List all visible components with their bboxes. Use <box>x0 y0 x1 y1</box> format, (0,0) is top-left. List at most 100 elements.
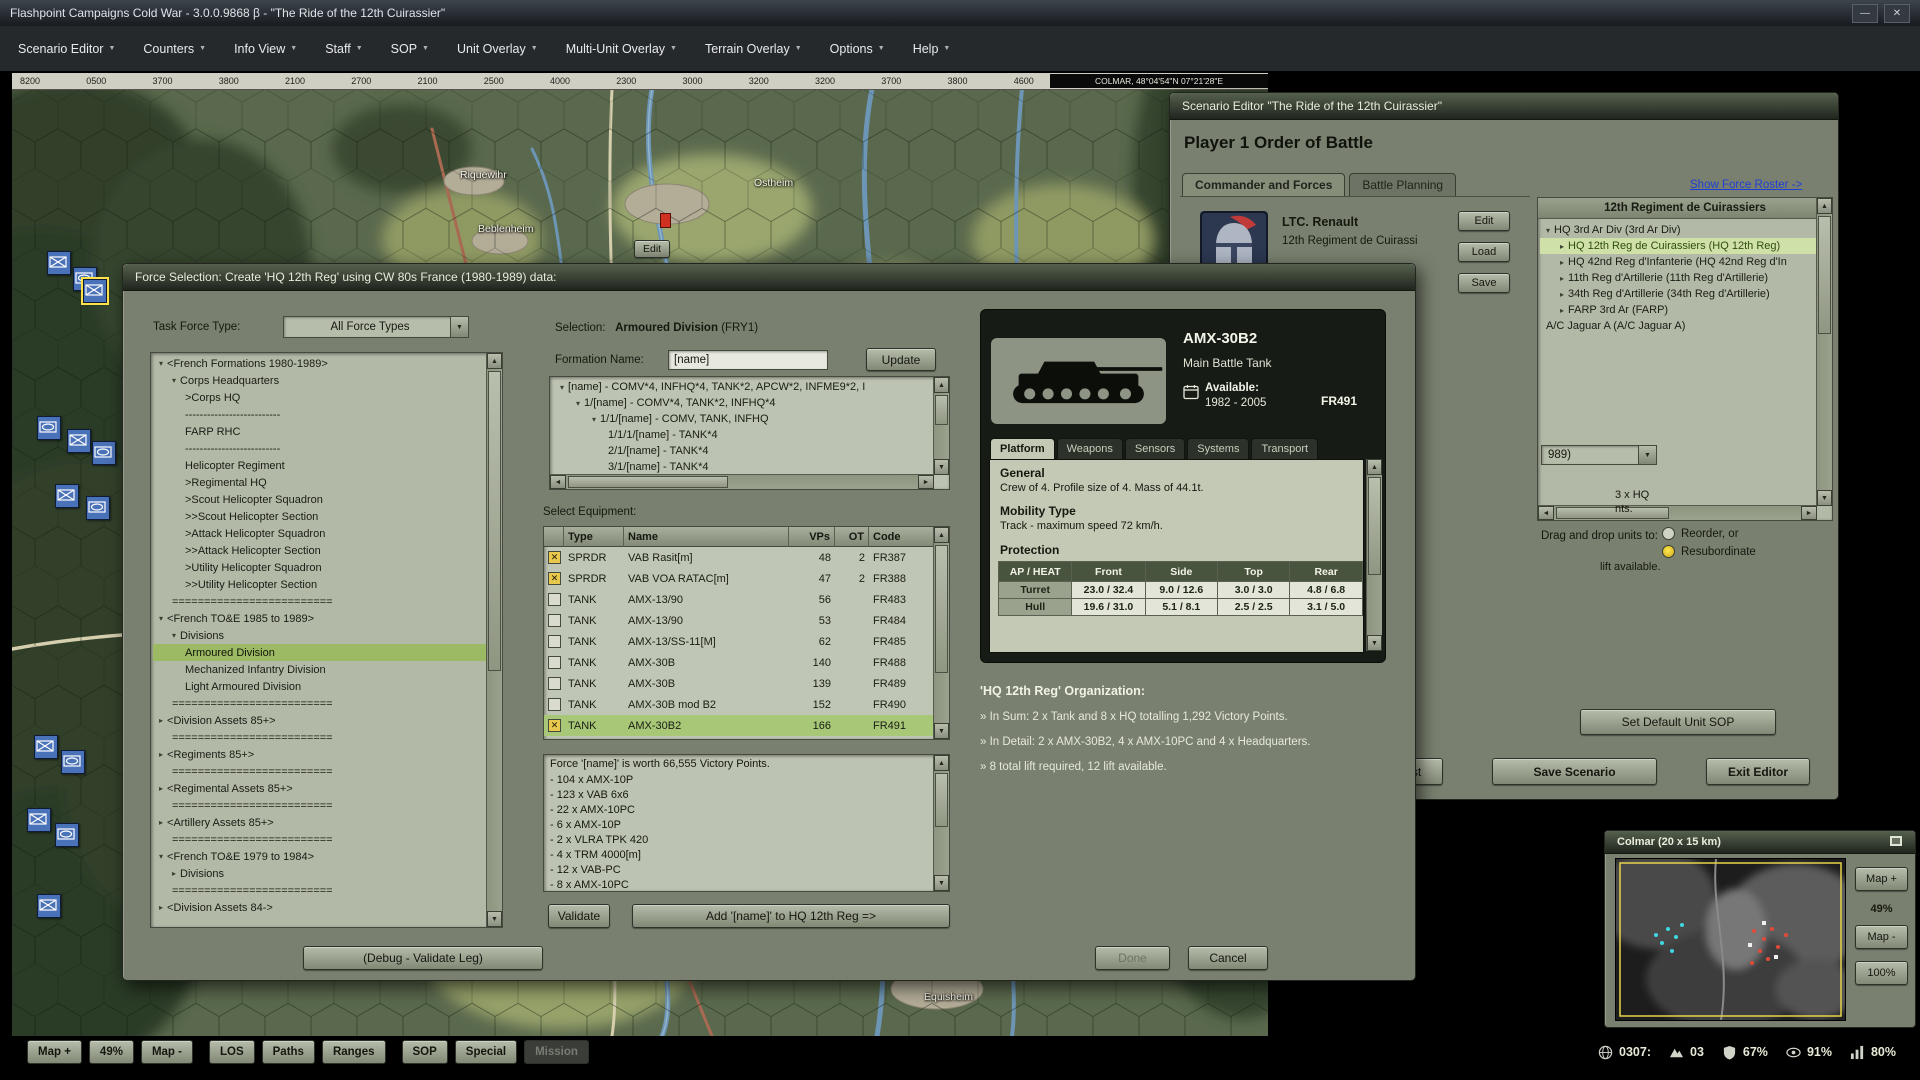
equipment-row[interactable]: TANKAMX-13/SS-11[M]62FR485 <box>544 631 949 652</box>
unit-counter-mech[interactable] <box>67 429 91 453</box>
formation-tree-item[interactable]: 2/1/[name] - TANK*4 <box>552 443 933 459</box>
minimap-view[interactable] <box>1615 858 1846 1021</box>
scroll-left-icon[interactable]: ◄ <box>550 475 566 489</box>
unit-counter-mech[interactable] <box>34 735 58 759</box>
save-scenario-button[interactable]: Save Scenario <box>1492 758 1657 785</box>
task-force-type-dropdown[interactable]: All Force Types ▼ <box>283 316 469 338</box>
catalog-item[interactable]: >Attack Helicopter Squadron <box>153 525 486 542</box>
unit-card-tab-sensors[interactable]: Sensors <box>1125 438 1185 459</box>
unit-counter-armor[interactable] <box>61 750 85 774</box>
scroll-left-icon[interactable]: ◄ <box>1538 506 1554 520</box>
menu-unit-overlay[interactable]: Unit Overlay▼ <box>457 42 538 56</box>
equipment-col-type[interactable]: Type <box>564 527 624 547</box>
debug-validate-leg-button[interactable]: (Debug - Validate Leg) <box>303 946 543 970</box>
unit-card-tab-systems[interactable]: Systems <box>1187 438 1249 459</box>
scenario-editor-titlebar[interactable]: Scenario Editor "The Ride of the 12th Cu… <box>1170 93 1838 120</box>
force-dialog-titlebar[interactable]: Force Selection: Create 'HQ 12th Reg' us… <box>123 264 1415 291</box>
done-button[interactable]: Done <box>1095 946 1170 970</box>
scroll-up-icon[interactable]: ▲ <box>1367 459 1382 475</box>
radio-option[interactable]: Reorder, or <box>1662 527 1756 540</box>
checkbox-checked-icon[interactable]: ✕ <box>548 719 561 732</box>
minimap-100-button[interactable]: 100% <box>1855 961 1908 985</box>
formation-tree-item[interactable]: 3/1/[name] - TANK*4 <box>552 459 933 475</box>
equipment-row[interactable]: TANKAMX-30B139FR489 <box>544 673 949 694</box>
scroll-thumb[interactable] <box>1818 216 1831 334</box>
scroll-thumb[interactable] <box>1368 477 1381 575</box>
oob-tree-item[interactable]: A/C Jaguar A (A/C Jaguar A) <box>1540 318 1816 334</box>
scroll-thumb[interactable] <box>1556 507 1669 519</box>
checkbox-icon[interactable] <box>548 614 561 627</box>
menu-options[interactable]: Options▼ <box>830 42 885 56</box>
checkbox-icon[interactable] <box>548 698 561 711</box>
unit-card-tab-weapons[interactable]: Weapons <box>1057 438 1123 459</box>
formation-tree-item[interactable]: ▾1/1/[name] - COMV, TANK, INFHQ <box>552 411 933 427</box>
equipment-col-code[interactable]: Code <box>869 527 936 547</box>
force-summary-item[interactable]: - 104 x AMX-10P <box>550 774 933 789</box>
menu-multi-unit-overlay[interactable]: Multi-Unit Overlay▼ <box>566 42 677 56</box>
force-summary-item[interactable]: - 2 x VLRA TPK 420 <box>550 834 933 849</box>
cancel-button[interactable]: Cancel <box>1188 946 1268 970</box>
toolbar-map-button[interactable]: Map - <box>141 1040 193 1064</box>
toolbar-los-button[interactable]: LOS <box>209 1040 255 1064</box>
scroll-right-icon[interactable]: ► <box>1801 506 1817 520</box>
scroll-up-icon[interactable]: ▲ <box>934 377 949 393</box>
scroll-thumb[interactable] <box>488 371 501 671</box>
scroll-up-icon[interactable]: ▲ <box>1817 198 1832 214</box>
unit-counter-mech[interactable] <box>47 251 71 275</box>
unit-counter-mech[interactable] <box>83 279 107 303</box>
force-summary-item[interactable]: - 6 x AMX-10P <box>550 819 933 834</box>
catalog-item[interactable]: ▾<French Formations 1980-1989> <box>153 355 486 372</box>
catalog-item[interactable]: >Regimental HQ <box>153 474 486 491</box>
catalog-item[interactable]: FARP RHC <box>153 423 486 440</box>
menu-info-view[interactable]: Info View▼ <box>234 42 297 56</box>
scroll-up-icon[interactable]: ▲ <box>487 353 502 369</box>
force-summary-item[interactable]: - 12 x VAB-PC <box>550 864 933 879</box>
checkbox-icon[interactable] <box>548 656 561 669</box>
force-summary-item[interactable]: - 8 x AMX-10PC <box>550 879 933 892</box>
unit-counter-armor[interactable] <box>55 823 79 847</box>
scroll-thumb[interactable] <box>935 545 948 673</box>
show-force-roster-link[interactable]: Show Force Roster -> <box>1690 179 1802 191</box>
equipment-row[interactable]: ✕TANKAMX-30B2166FR491 <box>544 715 949 736</box>
checkbox-checked-icon[interactable]: ✕ <box>548 551 561 564</box>
checkbox-icon[interactable] <box>548 677 561 690</box>
catalog-item[interactable]: ▾Corps Headquarters <box>153 372 486 389</box>
catalog-item[interactable]: ▸<Artillery Assets 85+> <box>153 814 486 831</box>
oob-tree-item[interactable]: ▸HQ 12th Reg de Cuirassiers (HQ 12th Reg… <box>1540 238 1816 254</box>
scroll-thumb[interactable] <box>568 476 728 488</box>
scroll-down-icon[interactable]: ▼ <box>1367 635 1382 651</box>
scroll-down-icon[interactable]: ▼ <box>934 723 949 739</box>
toolbar-mission-button[interactable]: Mission <box>524 1040 589 1064</box>
radio-option[interactable]: Resubordinate <box>1662 545 1756 558</box>
oob-tree-horizontal-scrollbar[interactable]: ◄ ► <box>1538 505 1817 520</box>
tab-commander-and-forces[interactable]: Commander and Forces <box>1182 173 1345 196</box>
scroll-thumb[interactable] <box>935 773 948 827</box>
map-edit-button[interactable]: Edit <box>634 240 670 258</box>
catalog-item[interactable]: >Scout Helicopter Squadron <box>153 491 486 508</box>
oob-tree-item[interactable]: ▸34th Reg d'Artillerie (34th Reg d'Artil… <box>1540 286 1816 302</box>
validate-button[interactable]: Validate <box>548 904 610 928</box>
equipment-row[interactable]: TANKAMX-13/9053FR484 <box>544 610 949 631</box>
toolbar-map-button[interactable]: Map + <box>27 1040 82 1064</box>
equipment-row[interactable]: TANKAMX-30B140FR488 <box>544 652 949 673</box>
equipment-check-column[interactable] <box>544 527 564 547</box>
unit-counter-armor[interactable] <box>86 496 110 520</box>
edit-commander-button[interactable]: Edit <box>1458 211 1510 231</box>
equipment-row[interactable]: ✕SPRDRVAB Rasit[m]482FR387 <box>544 547 949 568</box>
unit-counter-mech[interactable] <box>27 808 51 832</box>
equipment-col-name[interactable]: Name <box>624 527 789 547</box>
toolbar-special-button[interactable]: Special <box>455 1040 517 1064</box>
catalog-item[interactable]: Helicopter Regiment <box>153 457 486 474</box>
catalog-item[interactable]: Armoured Division <box>153 644 486 661</box>
menu-staff[interactable]: Staff▼ <box>325 42 362 56</box>
catalog-item[interactable]: >Corps HQ <box>153 389 486 406</box>
force-summary-vertical-scrollbar[interactable]: ▲ ▼ <box>933 755 949 891</box>
formation-name-input[interactable]: [name] <box>668 350 828 370</box>
catalog-item[interactable]: Mechanized Infantry Division <box>153 661 486 678</box>
catalog-item[interactable]: ▾<French TO&E 1979 to 1984> <box>153 848 486 865</box>
oob-tree-item[interactable]: ▸11th Reg d'Artillerie (11th Reg d'Artil… <box>1540 270 1816 286</box>
catalog-item[interactable]: ▸<Regiments 85+> <box>153 746 486 763</box>
menu-counters[interactable]: Counters▼ <box>143 42 206 56</box>
scroll-down-icon[interactable]: ▼ <box>1817 490 1832 506</box>
oob-tree-item[interactable]: ▸HQ 42nd Reg d'Infanterie (HQ 42nd Reg d… <box>1540 254 1816 270</box>
